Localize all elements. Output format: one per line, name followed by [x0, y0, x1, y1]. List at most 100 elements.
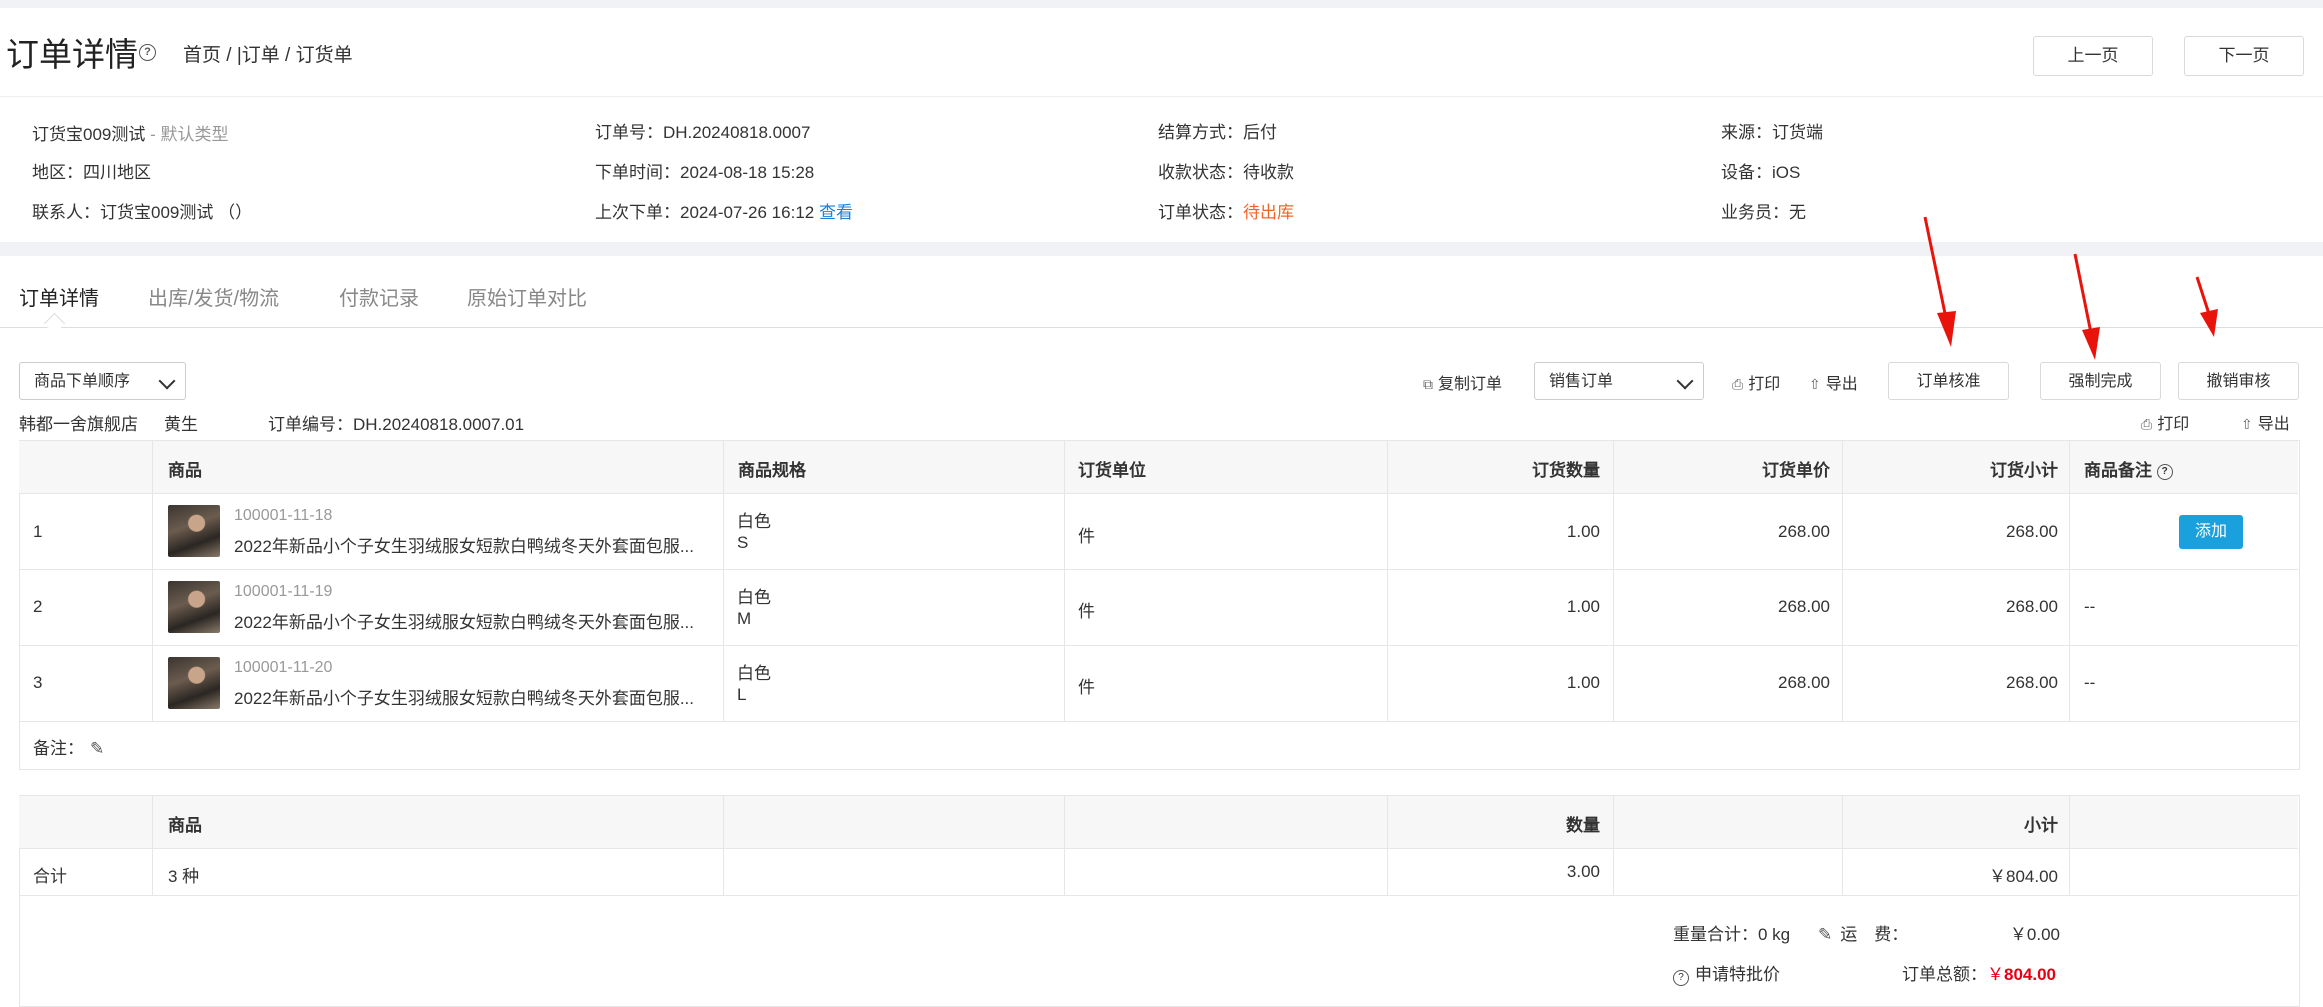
unit-price: 268.00 — [1778, 673, 1830, 692]
order-status: 订单状态：待出库 — [1158, 198, 1294, 223]
print-link-2[interactable]: ⎙ 打印 — [2141, 410, 2189, 434]
product-thumbnail[interactable] — [168, 505, 220, 557]
tab-payment-records[interactable]: 付款记录 — [339, 282, 419, 311]
subtotal: 268.00 — [2006, 673, 2058, 692]
qty: 1.00 — [1566, 597, 1600, 616]
upload-icon: ⇧ — [1809, 376, 1821, 392]
product-name[interactable]: 2022年新品小个子女生羽绒服女短款白鸭绒冬天外套面包服... — [234, 532, 694, 557]
qty: 1.00 — [1566, 673, 1600, 692]
last-order-text: 上次下单：2024-07-26 16:12 — [595, 203, 819, 222]
order-total: 订单总额：￥804.00 — [1902, 960, 2056, 985]
spec-size: M — [737, 609, 752, 628]
tab-shipping-logistics[interactable]: 出库/发货/物流 — [148, 282, 279, 311]
col-divider — [2069, 796, 2070, 896]
sort-order-select[interactable]: 商品下单顺序 — [19, 362, 186, 400]
unit: 件 — [1078, 602, 1095, 621]
product-thumbnail[interactable] — [168, 581, 220, 633]
product-remark: -- — [2084, 673, 2096, 692]
col-divider — [1064, 796, 1065, 896]
export-label-2: 导出 — [2257, 416, 2290, 433]
revoke-review-button[interactable]: 撤销审核 — [2178, 362, 2299, 400]
qty: 1.00 — [1566, 522, 1600, 541]
tab-original-order-compare[interactable]: 原始订单对比 — [467, 282, 587, 311]
help-icon[interactable]: ? — [139, 44, 156, 61]
spec-color: 白色 — [737, 664, 771, 683]
col-qty: 订货数量 — [1532, 461, 1600, 480]
customer-text: 订货宝009测试 — [32, 125, 146, 144]
help-icon[interactable]: ? — [2156, 463, 2173, 480]
annotation-arrow-icon — [2195, 276, 2218, 337]
product-thumbnail[interactable] — [168, 657, 220, 709]
order-type-select[interactable]: 销售订单 — [1534, 362, 1704, 400]
breadcrumb[interactable]: 首页 / |订单 / 订货单 — [183, 40, 353, 67]
order-total-value: 804.00 — [2004, 965, 2056, 984]
contact: 联系人：订货宝009测试 （） — [32, 203, 253, 222]
unit-price: 268.00 — [1778, 597, 1830, 616]
col-divider — [1387, 441, 1388, 721]
next-page-button[interactable]: 下一页 — [2184, 36, 2304, 76]
printer-icon: ⎙ — [2141, 416, 2153, 432]
freight-edit[interactable]: ✎ 运 费： — [1818, 920, 1908, 945]
annotation-arrow-icon — [1923, 216, 1956, 347]
order-total-label: 订单总额： — [1902, 965, 1987, 984]
export-link[interactable]: ⇧ 导出 — [1809, 370, 1858, 394]
summary-col-goods: 商品 — [168, 816, 202, 835]
col-divider — [723, 441, 724, 721]
help-icon: ? — [1673, 970, 1689, 986]
product-name[interactable]: 2022年新品小个子女生羽绒服女短款白鸭绒冬天外套面包服... — [234, 684, 694, 709]
col-divider — [152, 441, 153, 721]
product-name[interactable]: 2022年新品小个子女生羽绒服女短款白鸭绒冬天外套面包服... — [234, 608, 694, 633]
total-subtotal: ￥804.00 — [1989, 867, 2058, 886]
summary-col-qty: 数量 — [1566, 816, 1600, 835]
force-complete-button[interactable]: 强制完成 — [2040, 362, 2161, 400]
special-price-link[interactable]: ? 申请特批价 — [1673, 960, 1780, 986]
special-price-label: 申请特批价 — [1695, 965, 1780, 984]
col-divider — [1842, 441, 1843, 721]
edit-icon[interactable]: ✎ — [90, 739, 104, 759]
payment-status: 收款状态：待收款 — [1158, 163, 1294, 182]
edit-icon[interactable]: ✎ — [1818, 925, 1832, 944]
total-label: 合计 — [33, 867, 67, 886]
spec-color: 白色 — [737, 588, 771, 607]
col-divider — [1842, 796, 1843, 896]
last-order: 上次下单：2024-07-26 16:12 查看 — [595, 198, 853, 223]
print-link[interactable]: ⎙ 打印 — [1732, 370, 1780, 394]
section-band — [0, 242, 2323, 256]
printer-icon: ⎙ — [1732, 376, 1744, 392]
chevron-down-icon — [158, 372, 176, 390]
copy-icon: ⧉ — [1423, 376, 1433, 392]
unit-price: 268.00 — [1778, 522, 1830, 541]
device: 设备：iOS — [1721, 163, 1801, 182]
col-remark-label: 商品备注 — [2084, 461, 2152, 480]
add-remark-button[interactable]: 添加 — [2179, 515, 2243, 549]
spec-color: 白色 — [737, 512, 771, 531]
freight-label: 运 费： — [1840, 925, 1909, 944]
spec-size: L — [737, 685, 747, 704]
export-link-2[interactable]: ⇧ 导出 — [2241, 410, 2290, 434]
col-divider — [1064, 441, 1065, 721]
order-code: 订单编号：DH.20240818.0007.01 — [268, 415, 525, 434]
order-total-currency: ￥ — [1987, 965, 2004, 984]
col-price: 订货单价 — [1762, 461, 1830, 480]
copy-order-link[interactable]: ⧉ 复制订单 — [1423, 370, 1502, 394]
view-last-order-link[interactable]: 查看 — [819, 203, 853, 222]
col-divider — [1613, 796, 1614, 896]
tab-underline — [0, 327, 2323, 328]
weight-total: 重量合计：0 kg — [1673, 925, 1791, 944]
table-header — [19, 441, 2298, 494]
note-label: 备注： — [33, 739, 84, 758]
row-divider — [19, 569, 2298, 570]
chevron-down-icon — [1676, 372, 1694, 390]
order-time: 下单时间：2024-08-18 15:28 — [595, 163, 815, 182]
col-divider — [723, 796, 724, 896]
row-divider — [19, 645, 2298, 646]
settlement-method: 结算方式：后付 — [1158, 123, 1277, 142]
order-source: 来源：订货端 — [1721, 123, 1823, 142]
upload-icon: ⇧ — [2241, 416, 2253, 432]
prev-page-button[interactable]: 上一页 — [2033, 36, 2153, 76]
product-code: 100001-11-20 — [234, 659, 333, 676]
col-spec: 商品规格 — [738, 461, 806, 480]
tab-order-details[interactable]: 订单详情 — [19, 282, 99, 311]
col-unit: 订货单位 — [1078, 461, 1146, 480]
approve-order-button[interactable]: 订单核准 — [1888, 362, 2009, 400]
